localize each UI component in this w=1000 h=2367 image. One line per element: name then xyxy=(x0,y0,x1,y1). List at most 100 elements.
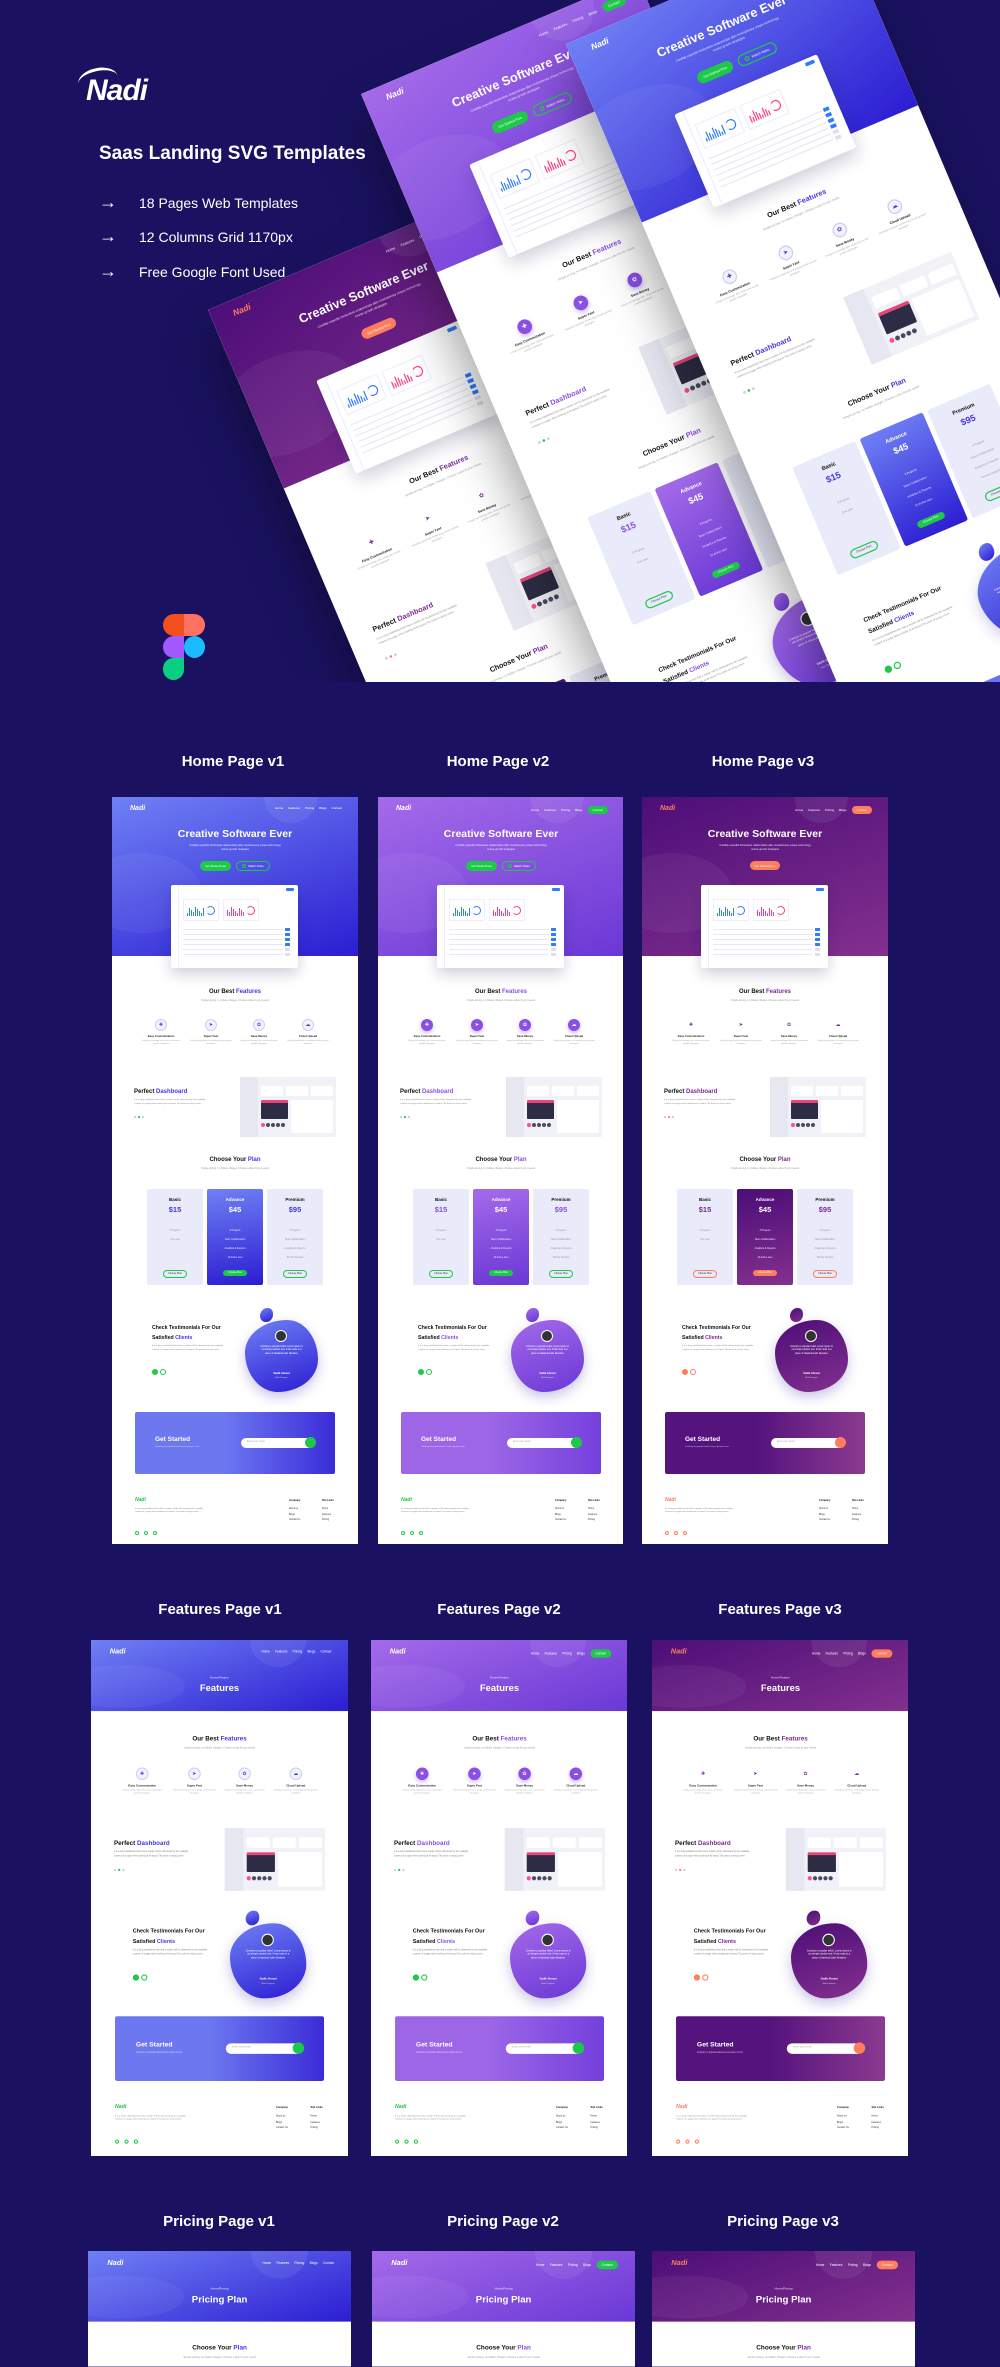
nav-link-home[interactable]: Home xyxy=(263,2261,272,2265)
nav-link-pricing[interactable]: Pricing xyxy=(293,1649,303,1653)
nav-link-contact[interactable]: Contact xyxy=(332,806,342,810)
footer-link[interactable]: Contact Us xyxy=(289,1519,300,1522)
footer-link[interactable]: Home xyxy=(588,1508,594,1511)
carousel-dot[interactable] xyxy=(537,441,541,444)
nav-link-home[interactable]: Home xyxy=(531,808,539,812)
nav-link-pricing[interactable]: Pricing xyxy=(825,808,834,812)
nav-link-blogs[interactable]: Blogs xyxy=(858,1651,866,1655)
subscribe-button[interactable] xyxy=(292,2042,305,2054)
contact-button[interactable]: Contact xyxy=(851,806,872,814)
watch-video-button[interactable]: Watch Video xyxy=(502,861,536,871)
instagram-icon[interactable] xyxy=(676,2139,681,2144)
carousel-dot[interactable] xyxy=(402,1868,404,1871)
subscribe-button[interactable] xyxy=(853,2042,866,2054)
nav-link-features[interactable]: Features xyxy=(550,2263,563,2267)
nav-link-blogs[interactable]: Blogs xyxy=(583,2263,591,2267)
footer-link[interactable]: About us xyxy=(819,1508,828,1511)
nav-link-home[interactable]: Home xyxy=(261,1649,269,1653)
carousel-dot[interactable] xyxy=(679,1868,681,1871)
footer-link[interactable]: Home xyxy=(310,2115,316,2118)
carousel-dot[interactable] xyxy=(384,657,388,660)
carousel-dot[interactable] xyxy=(404,1116,406,1118)
get-started-button[interactable]: Get Started Free xyxy=(749,861,781,870)
choose-plan-button[interactable]: Choose Plan xyxy=(489,1270,513,1277)
nav-link-pricing[interactable]: Pricing xyxy=(561,808,570,812)
footer-link[interactable]: Features xyxy=(871,2121,880,2124)
instagram-icon[interactable] xyxy=(401,1531,405,1535)
carousel-dot[interactable] xyxy=(138,1116,140,1118)
nav-link-home[interactable]: Home xyxy=(812,1651,820,1655)
footer-link[interactable]: Blogs xyxy=(819,1514,825,1517)
carousel-dot[interactable] xyxy=(122,1868,124,1871)
twitter-icon[interactable] xyxy=(694,2139,700,2144)
footer-link[interactable]: Blogs xyxy=(837,2121,843,2124)
nav-link-pricing[interactable]: Pricing xyxy=(572,15,584,24)
choose-plan-button[interactable]: Choose Plan xyxy=(283,1270,307,1279)
email-input[interactable]: Enter your email xyxy=(241,1438,314,1448)
facebook-icon[interactable] xyxy=(410,1531,414,1535)
footer-link[interactable]: Pricing xyxy=(588,1519,595,1522)
nav-link-home[interactable]: Home xyxy=(531,1651,539,1655)
instagram-icon[interactable] xyxy=(115,2139,120,2144)
instagram-icon[interactable] xyxy=(135,1531,139,1535)
nav-link-features[interactable]: Features xyxy=(826,1651,838,1655)
footer-link[interactable]: Pricing xyxy=(852,1519,859,1522)
twitter-icon[interactable] xyxy=(419,1531,423,1535)
contact-button[interactable]: Contact xyxy=(587,806,608,814)
footer-link[interactable]: Features xyxy=(588,1514,597,1517)
prev-arrow-button[interactable] xyxy=(412,1974,420,1981)
next-arrow-button[interactable] xyxy=(160,1369,166,1375)
footer-link[interactable]: Pricing xyxy=(310,2127,317,2130)
facebook-icon[interactable] xyxy=(685,2139,690,2144)
breadcrumb[interactable]: Home/Feature xyxy=(91,1676,348,1680)
carousel-dot[interactable] xyxy=(118,1868,120,1871)
watch-video-button[interactable]: Watch Video xyxy=(236,861,270,871)
nav-link-home[interactable]: Home xyxy=(538,30,549,38)
carousel-dot[interactable] xyxy=(400,1116,402,1118)
carousel-dot[interactable] xyxy=(674,1868,677,1871)
footer-link[interactable]: Features xyxy=(852,1514,861,1517)
subscribe-button[interactable] xyxy=(305,1437,316,1448)
nav-link-pricing[interactable]: Pricing xyxy=(848,2263,858,2267)
nav-link-blogs[interactable]: Blogs xyxy=(319,806,327,810)
footer-link[interactable]: About us xyxy=(556,2115,565,2118)
footer-link[interactable]: Pricing xyxy=(590,2127,597,2130)
choose-plan-button[interactable]: Choose Plan xyxy=(753,1270,777,1277)
home-page-v3-preview[interactable]: Nadi Home Features Pricing Blogs Contact Creat… xyxy=(642,797,888,1544)
next-arrow-button[interactable] xyxy=(690,1369,696,1375)
home-page-v1-preview[interactable]: Nadi Home Features Pricing Blogs Contact Creat… xyxy=(112,797,358,1544)
footer-link[interactable]: Contact Us xyxy=(837,2127,849,2130)
choose-plan-button[interactable]: Choose Plan xyxy=(916,510,946,530)
contact-button[interactable]: Contact xyxy=(876,2260,899,2270)
next-arrow-button[interactable] xyxy=(141,1974,148,1981)
footer-link[interactable]: Contact Us xyxy=(819,1519,830,1522)
nav-link-features[interactable]: Features xyxy=(830,2263,843,2267)
twitter-icon[interactable] xyxy=(683,1531,687,1535)
email-input[interactable]: Enter your email xyxy=(771,1438,844,1448)
features-page-v2-preview[interactable]: Nadi Home Features Pricing Blogs Contact Home/… xyxy=(371,1640,627,2156)
pricing-page-v3-preview[interactable]: Nadi Home Features Pricing Blogs Contact Home/… xyxy=(652,2251,915,2367)
nav-link-home[interactable]: Home xyxy=(275,806,283,810)
footer-link[interactable]: Contact Us xyxy=(555,1519,566,1522)
carousel-dot[interactable] xyxy=(546,437,550,440)
features-page-v1-preview[interactable]: Nadi Home Features Pricing Blogs Contact Home/… xyxy=(91,1640,348,2156)
nav-link-pricing[interactable]: Pricing xyxy=(568,2263,578,2267)
nav-link-pricing[interactable]: Pricing xyxy=(305,806,314,810)
pricing-page-v2-preview[interactable]: Nadi Home Features Pricing Blogs Contact Home/… xyxy=(372,2251,635,2367)
nav-link-features[interactable]: Features xyxy=(288,806,300,810)
nav-link-features[interactable]: Features xyxy=(808,808,820,812)
next-arrow-button[interactable] xyxy=(421,1974,428,1981)
email-input[interactable]: Enter your email xyxy=(505,2043,583,2054)
facebook-icon[interactable] xyxy=(674,1531,678,1535)
get-started-button[interactable]: Get Started Free xyxy=(200,861,232,871)
footer-link[interactable]: Blogs xyxy=(555,1514,561,1517)
choose-plan-button[interactable]: Choose Plan xyxy=(983,482,1000,503)
contact-button[interactable]: Contact xyxy=(590,1649,612,1658)
get-started-button[interactable]: Get Started Free xyxy=(490,109,530,136)
email-input[interactable]: Enter your email xyxy=(225,2043,303,2054)
prev-arrow-button[interactable] xyxy=(682,1369,688,1375)
carousel-dot[interactable] xyxy=(672,1116,674,1118)
carousel-dot[interactable] xyxy=(664,1116,666,1118)
nav-link-home[interactable]: Home xyxy=(385,246,396,254)
choose-plan-button[interactable]: Choose Plan xyxy=(848,539,880,560)
